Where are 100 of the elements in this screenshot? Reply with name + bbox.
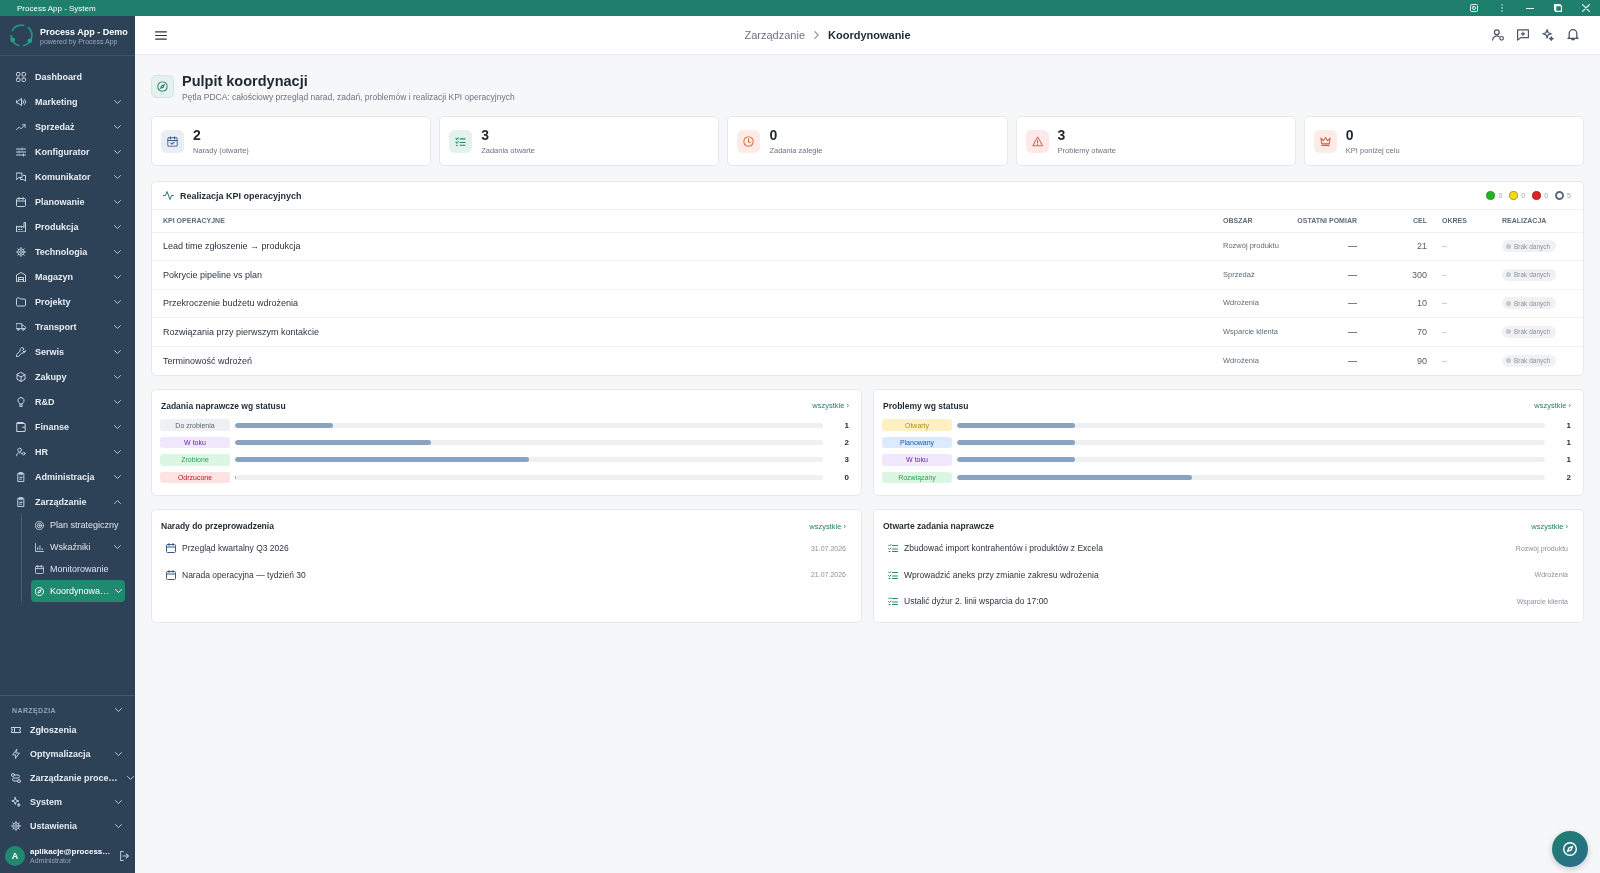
grid-icon — [16, 71, 26, 82]
minimize-icon[interactable] — [1526, 7, 1534, 9]
sidebar-item[interactable]: Zgłoszenia — [0, 718, 135, 742]
trend-icon — [16, 121, 26, 132]
square-icon[interactable] — [1470, 4, 1478, 12]
sidebar-item[interactable]: Finanse — [0, 414, 135, 439]
task-title[interactable]: Zbudować import kontrahentów i produktów z Excela — [904, 543, 1510, 554]
table-cell: – — [1433, 346, 1496, 375]
calendar-icon — [16, 196, 26, 207]
sidebar-item[interactable]: Magazyn — [0, 264, 135, 289]
sidebar-item[interactable]: Technologia — [0, 239, 135, 264]
sidebar-item[interactable]: Wskaźniki — [31, 536, 125, 558]
table-cell: – — [1433, 289, 1496, 318]
breadcrumb-item[interactable]: Zarządzanie — [744, 29, 805, 41]
table-cell: — — [1285, 260, 1363, 289]
dot-icon — [1506, 243, 1511, 249]
lightning-icon — [11, 749, 21, 759]
menu-icon — [155, 30, 167, 40]
sidebar-item[interactable]: Transport — [0, 314, 135, 339]
sparkle-icon — [11, 797, 21, 807]
sidebar-item[interactable]: Zarządzanie proce… — [0, 766, 135, 790]
sidebar-item[interactable]: Administracja — [0, 464, 135, 489]
count-label: 1 — [1565, 438, 1571, 448]
crown-icon — [1313, 129, 1337, 153]
sidebar-item[interactable]: Dashboard — [0, 64, 135, 89]
sidebar-item[interactable]: R&D — [0, 389, 135, 414]
sidebar-item[interactable]: Produkcja — [0, 214, 135, 239]
clipboard-icon — [16, 471, 26, 482]
window-title: Process App - System — [16, 3, 97, 13]
meeting-title[interactable]: Narada operacyjna — tydzień 30 — [182, 569, 805, 580]
logout-icon[interactable] — [120, 850, 129, 861]
table-cell: – — [1433, 232, 1496, 261]
folder-icon — [16, 296, 26, 307]
wallet-icon — [16, 421, 26, 432]
list-check-icon — [888, 596, 898, 607]
box-icon — [16, 371, 26, 382]
table-cell: Terminowość wdrożeń — [152, 346, 1217, 375]
table-cell: Pokrycie pipeline vs plan — [152, 260, 1217, 289]
factory-icon — [16, 221, 26, 232]
table-cell: Lead time zgłoszenie → produkcja — [152, 232, 1217, 261]
stat-value: 3 — [481, 127, 490, 143]
stat-value: 2 — [193, 127, 202, 143]
close-icon[interactable] — [1582, 4, 1590, 12]
count-label: 2 — [1565, 472, 1571, 482]
sliders-icon — [16, 146, 26, 157]
count-label: 1 — [843, 420, 849, 430]
dot-icon — [1506, 358, 1511, 363]
sidebar-item[interactable]: Koordynowa… — [31, 580, 125, 602]
calendar-icon — [166, 543, 176, 554]
table-cell: Przekroczenie budżetu wdrożenia — [152, 289, 1217, 318]
sidebar-item[interactable]: Zakupy — [0, 364, 135, 389]
menu-button[interactable] — [154, 28, 168, 42]
panel-title: Problemy wg statusu — [883, 400, 969, 411]
sidebar-item[interactable]: Zarządzanie — [0, 489, 135, 514]
table-cell: 300 — [1363, 260, 1433, 289]
compass-icon — [1563, 842, 1577, 856]
calendar-icon — [35, 564, 44, 574]
sidebar-item[interactable]: Komunikator — [0, 164, 135, 189]
gear-icon — [11, 821, 21, 831]
stat-value: 0 — [769, 127, 779, 143]
breadcrumb-item[interactable]: Koordynowanie — [828, 29, 911, 41]
count-label: 1 — [1565, 455, 1571, 465]
sidebar-item[interactable]: Konfigurator — [0, 139, 135, 164]
gear-icon — [16, 246, 26, 257]
stat-value: 0 — [1345, 127, 1355, 143]
sidebar-item[interactable]: Sprzedaż — [0, 114, 135, 139]
warehouse-icon — [16, 271, 26, 282]
panel-title: Narady do przeprowadzenia — [161, 521, 274, 532]
sidebar-item[interactable]: Planowanie — [0, 189, 135, 214]
route-icon — [11, 773, 21, 783]
message-plus-icon — [1517, 29, 1529, 41]
meeting-title[interactable]: Przegląd kwartalny Q3 2026 — [182, 543, 805, 554]
ticket-icon — [11, 725, 21, 735]
table-cell: — — [1285, 346, 1363, 375]
people-icon — [16, 446, 26, 457]
compass-button[interactable] — [1552, 831, 1588, 867]
sidebar-item[interactable]: Plan strategiczny — [31, 514, 125, 536]
task-title[interactable]: Wprowadzić aneks przy zmianie zakresu wdrożenia — [904, 569, 1529, 580]
brand-name: Process App - Demo — [40, 26, 128, 37]
sidebar-item[interactable]: System — [0, 790, 135, 814]
clipboard-icon — [16, 496, 26, 507]
table-cell: – — [1433, 260, 1496, 289]
sidebar-item[interactable]: Serwis — [0, 339, 135, 364]
sidebar-item[interactable]: Marketing — [0, 89, 135, 114]
sidebar-item[interactable]: Monitorowanie — [31, 558, 125, 580]
bell-icon — [1567, 29, 1579, 41]
table-cell: 70 — [1363, 317, 1433, 346]
restore-icon[interactable] — [1554, 4, 1562, 12]
warning-icon — [1025, 129, 1049, 153]
count-label: 1 — [1565, 420, 1571, 430]
task-title[interactable]: Ustalić dyżur 2. linii wsparcia do 17:00 — [904, 596, 1511, 607]
sidebar-item[interactable]: Projekty — [0, 289, 135, 314]
sidebar-item[interactable]: Optymalizacja — [0, 742, 135, 766]
sidebar-item[interactable]: HR — [0, 439, 135, 464]
bulb-icon — [16, 396, 26, 407]
sidebar-item[interactable]: Ustawienia — [0, 814, 135, 838]
user-gear-icon — [1492, 29, 1504, 41]
clock-icon — [737, 129, 761, 153]
chat-icon — [16, 171, 26, 182]
calendar-check-icon — [161, 129, 184, 153]
